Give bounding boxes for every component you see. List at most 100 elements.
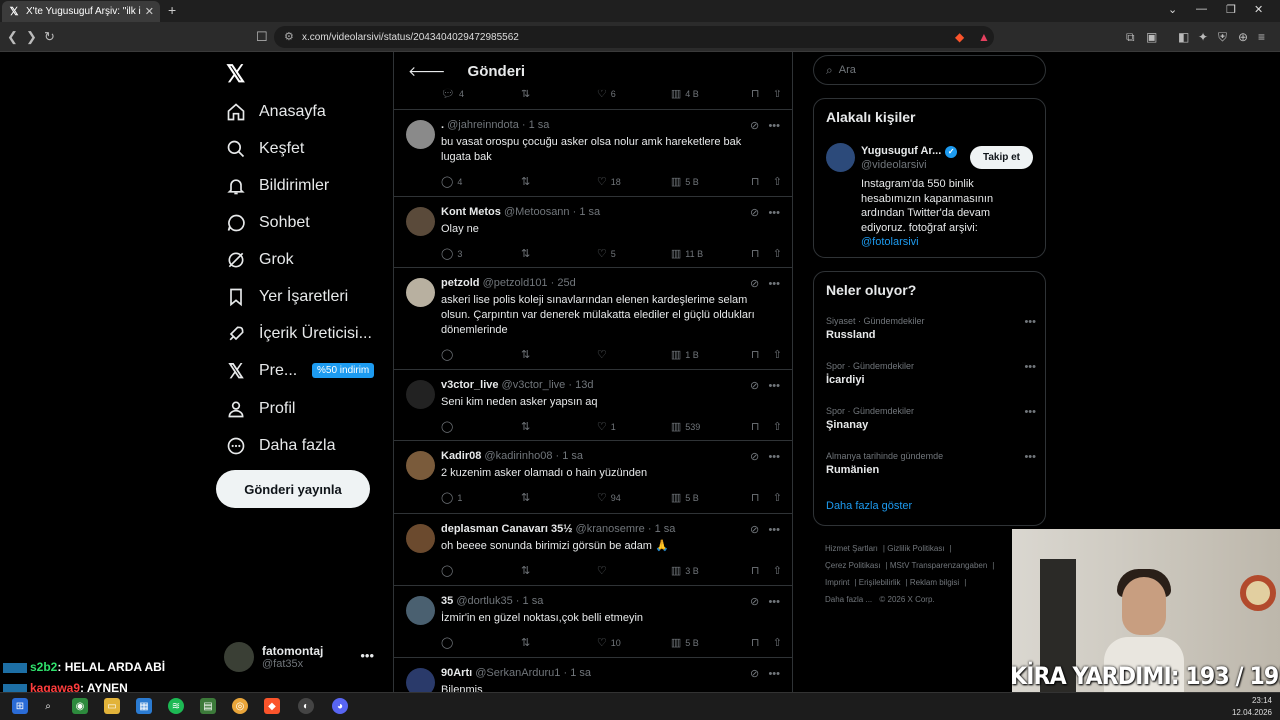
store-icon[interactable]: ▦ bbox=[136, 698, 152, 714]
avatar[interactable] bbox=[406, 668, 435, 692]
more-icon[interactable]: ••• bbox=[768, 524, 780, 536]
footer-link[interactable]: Daha fazla ... bbox=[825, 595, 872, 604]
folder-icon[interactable]: ▭ bbox=[104, 698, 120, 714]
views-button[interactable]: ▥ 3 B bbox=[671, 564, 751, 577]
repost-button[interactable]: ⇅ bbox=[521, 491, 597, 504]
more-icon[interactable]: ••• bbox=[1024, 406, 1036, 418]
search-input[interactable]: ⌕ Ara bbox=[813, 55, 1046, 85]
system-clock[interactable]: 23:14 12.04.2026 bbox=[1232, 695, 1272, 719]
more-icon[interactable]: ••• bbox=[1024, 361, 1036, 373]
back-arrow-icon[interactable]: 🡐 bbox=[408, 63, 446, 80]
x-logo-icon[interactable]: 𝕏 bbox=[226, 60, 245, 89]
author-handle[interactable]: @v3ctor_live bbox=[502, 379, 566, 391]
extensions-icon[interactable]: ⧉ bbox=[1126, 30, 1135, 45]
leo-icon[interactable]: ✦ bbox=[1198, 30, 1208, 44]
share-button[interactable]: ⇧ bbox=[773, 420, 786, 433]
footer-link[interactable]: Imprint bbox=[825, 578, 849, 587]
vpn-icon[interactable]: ⛨ bbox=[1218, 30, 1227, 45]
views-button[interactable]: ▥ 539 bbox=[671, 420, 751, 433]
trend-item[interactable]: Almanya tarihinde gündemde Rumänien ••• bbox=[826, 451, 1036, 476]
tweet-time[interactable]: 25d bbox=[557, 277, 575, 289]
start-icon[interactable]: ⊞ bbox=[12, 698, 28, 714]
search-icon[interactable]: ⌕ bbox=[40, 698, 56, 714]
avatar[interactable] bbox=[406, 380, 435, 409]
reply-button[interactable]: ◯ 4 bbox=[441, 175, 521, 188]
footer-link[interactable]: Hizmet Şartları bbox=[825, 544, 878, 553]
avatar[interactable] bbox=[406, 120, 435, 149]
grok-icon[interactable]: ⊘ bbox=[750, 668, 759, 680]
more-icon[interactable]: ••• bbox=[768, 120, 780, 132]
grok-icon[interactable]: ⊘ bbox=[750, 278, 759, 290]
brave-icon[interactable]: ◆ bbox=[264, 698, 280, 714]
like-button[interactable]: ♡ 10 bbox=[597, 636, 671, 649]
like-button[interactable]: ♡ 1 bbox=[597, 420, 671, 433]
bookmark-button[interactable]: ⊓ bbox=[751, 247, 773, 260]
trend-item[interactable]: Spor · Gündemdekiler İcardiyi ••• bbox=[826, 361, 1036, 386]
like-button[interactable]: ♡ 18 bbox=[597, 175, 671, 188]
more-icon[interactable]: ••• bbox=[768, 278, 780, 290]
app-icon[interactable]: ◉ bbox=[72, 698, 88, 714]
tweet[interactable]: 35 @dortluk35 · 1 sa ⊘ ••• İzmir'in en güz… bbox=[394, 586, 792, 658]
tab-close-icon[interactable]: ✕ bbox=[145, 5, 154, 18]
brave-shield-icon[interactable]: ◆ bbox=[955, 30, 964, 44]
tab-list-icon[interactable]: ⌄ bbox=[1168, 3, 1177, 16]
author-name[interactable]: Kadir08 bbox=[441, 450, 481, 462]
more-icon[interactable]: ••• bbox=[768, 207, 780, 219]
bookmark-page-icon[interactable]: ☐ bbox=[256, 29, 268, 45]
footer-link[interactable]: Gizlilik Politikası bbox=[887, 544, 944, 553]
grok-icon[interactable]: ⊘ bbox=[750, 451, 759, 463]
tweet-time[interactable]: 1 sa bbox=[523, 595, 544, 607]
footer-link[interactable]: MStV Transparenzangaben bbox=[890, 561, 987, 570]
author-name[interactable]: Kont Metos bbox=[441, 206, 501, 218]
footer-link[interactable]: Erişilebilirlik bbox=[859, 578, 901, 587]
tweet-time[interactable]: 1 sa bbox=[562, 450, 583, 462]
reply-button[interactable]: ◯ 1 bbox=[441, 491, 521, 504]
tweet-time[interactable]: 1 sa bbox=[655, 523, 676, 535]
author-handle[interactable]: @jahreinndota bbox=[447, 119, 519, 131]
more-icon[interactable]: ••• bbox=[768, 668, 780, 680]
bookmark-button[interactable]: ⊓ bbox=[751, 348, 773, 361]
author-handle[interactable]: @SerkanArduru1 bbox=[475, 667, 560, 679]
more-icon[interactable]: ••• bbox=[360, 648, 374, 663]
author-name[interactable]: 35 bbox=[441, 595, 453, 607]
more-icon[interactable]: ••• bbox=[1024, 451, 1036, 463]
repost-button[interactable]: ⇅ bbox=[521, 636, 597, 649]
shield-icon[interactable]: ⊕ bbox=[1238, 30, 1248, 44]
nav-profile[interactable]: Profil bbox=[224, 397, 295, 421]
author-name[interactable]: 90Artı bbox=[441, 667, 472, 679]
author-name[interactable]: deplasman Canavarı 35½ bbox=[441, 523, 572, 535]
reply-button[interactable]: ◯ 3 bbox=[441, 247, 521, 260]
tweet[interactable]: . @jahreinndota · 1 sa ⊘ ••• bu vasat oros… bbox=[394, 110, 792, 197]
tweet[interactable]: v3ctor_live @v3ctor_live · 13d ⊘ ••• Seni … bbox=[394, 370, 792, 441]
more-icon[interactable]: ••• bbox=[768, 380, 780, 392]
views-button[interactable]: ▥ 5 B bbox=[671, 636, 751, 649]
author-name[interactable]: v3ctor_live bbox=[441, 379, 498, 391]
nav-chat[interactable]: Sohbet bbox=[224, 211, 310, 235]
more-icon[interactable]: ••• bbox=[768, 451, 780, 463]
author-handle[interactable]: @Metoosann bbox=[504, 206, 570, 218]
show-more-link[interactable]: Daha fazla göster bbox=[826, 500, 912, 512]
reply-button[interactable]: ◯ bbox=[441, 636, 521, 649]
avatar[interactable] bbox=[406, 451, 435, 480]
footer-link[interactable]: Çerez Politikası bbox=[825, 561, 881, 570]
bookmark-button[interactable]: ⊓ bbox=[751, 420, 773, 433]
reply-button[interactable]: ◯ bbox=[441, 348, 521, 361]
author-handle[interactable]: @kadirinho08 bbox=[484, 450, 552, 462]
trend-item[interactable]: Siyaset · Gündemdekiler Russland ••• bbox=[826, 316, 1036, 341]
avatar[interactable] bbox=[406, 207, 435, 236]
discord-icon[interactable]: ◕ bbox=[332, 698, 348, 714]
bio-link[interactable]: @fotolarsivi bbox=[861, 236, 919, 248]
repost-button[interactable]: ⇅ bbox=[521, 420, 597, 433]
nav-bookmarks[interactable]: Yer İşaretleri bbox=[224, 285, 348, 309]
maximize-icon[interactable]: ❐ bbox=[1226, 3, 1236, 16]
bookmark-button[interactable]: ⊓ bbox=[751, 564, 773, 577]
nav-premium[interactable]: 𝕏 Pre... bbox=[224, 359, 297, 383]
tweet-time[interactable]: 1 sa bbox=[570, 667, 591, 679]
views-button[interactable]: ▥ 1 B bbox=[671, 348, 751, 361]
nav-explore[interactable]: Keşfet bbox=[224, 137, 304, 161]
chrome-icon[interactable]: ◎ bbox=[232, 698, 248, 714]
sidebar-icon[interactable]: ◧ bbox=[1178, 30, 1189, 44]
more-icon[interactable]: ••• bbox=[768, 596, 780, 608]
repost-button[interactable]: ⇅ bbox=[521, 348, 597, 361]
tweet-time[interactable]: 13d bbox=[575, 379, 593, 391]
